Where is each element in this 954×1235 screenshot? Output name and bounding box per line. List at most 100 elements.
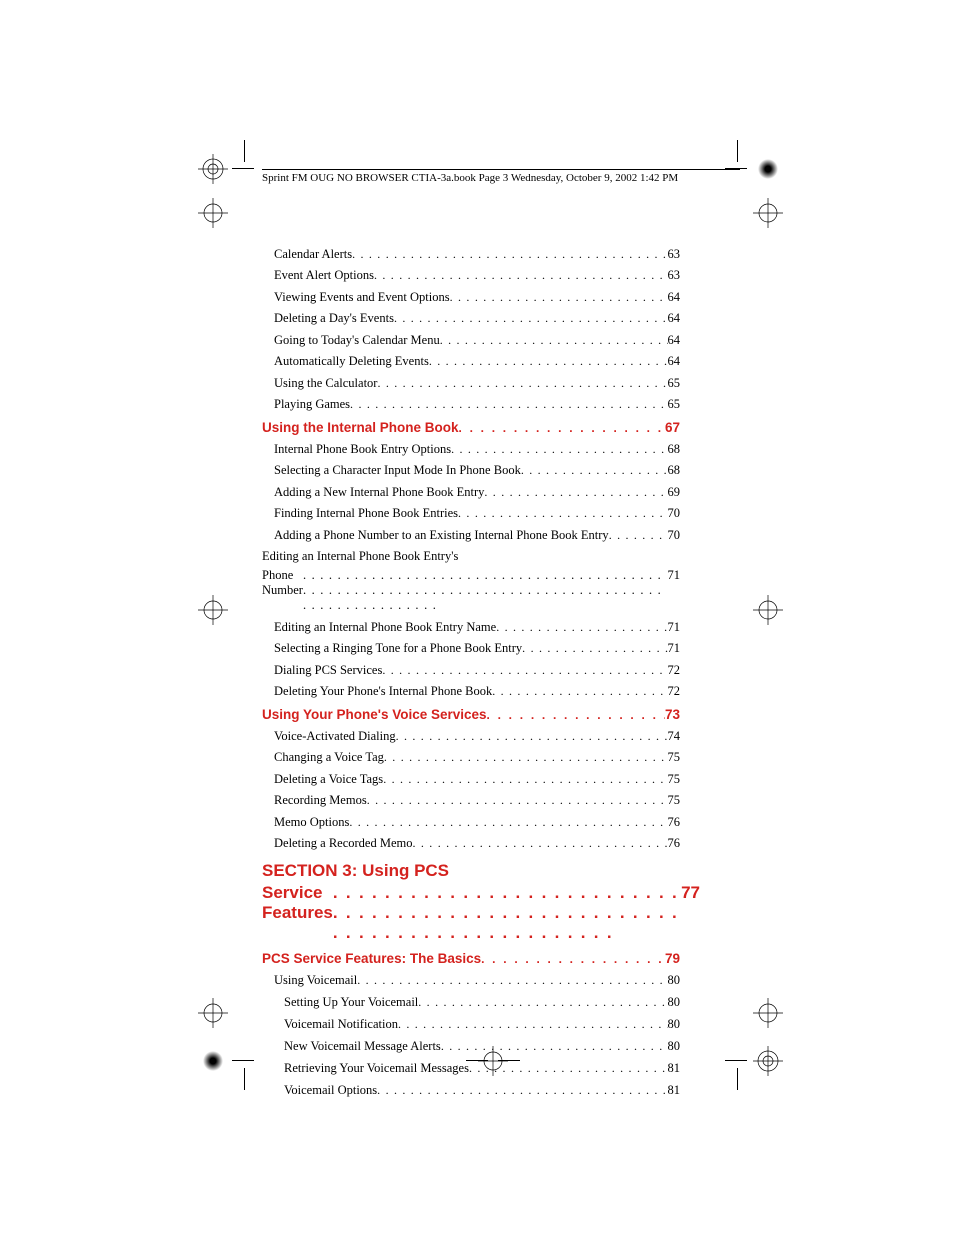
toc-entry-title: Automatically Deleting Events (274, 354, 429, 369)
leader-dots (496, 620, 667, 635)
toc-entry: Editing an Internal Phone Book Entry Nam… (262, 620, 680, 635)
toc-entry-page: 71 (668, 568, 681, 583)
toc-entry-page: 75 (668, 750, 681, 765)
toc-chapter: Using Your Phone's Voice Services 73 (262, 707, 680, 722)
toc-entry-page: 64 (668, 311, 681, 326)
toc-entry-title: Voice-Activated Dialing (274, 729, 396, 744)
reg-mark-icon (198, 154, 228, 184)
toc-chapter: PCS Service Features: The Basics 79 (262, 951, 680, 966)
toc-entry: Internal Phone Book Entry Options68 (262, 442, 680, 457)
leader-dots (484, 485, 667, 500)
toc-entry-title: Adding a Phone Number to an Existing Int… (274, 528, 609, 543)
toc-entry-title: Selecting a Ringing Tone for a Phone Boo… (274, 641, 522, 656)
toc-entry-page: 64 (668, 333, 681, 348)
leader-dots (440, 333, 668, 348)
toc-chapter-page: 79 (665, 951, 680, 966)
toc-entry-title: Deleting a Day's Events (274, 311, 394, 326)
toc-entry-title: Using Voicemail (274, 973, 357, 988)
toc-entry: Editing an Internal Phone Book Entry'sPh… (262, 549, 680, 613)
toc-entry-title: Voicemail Notification (284, 1017, 398, 1032)
toc-entry-page: 69 (668, 485, 681, 500)
toc-entry-title: Using the Calculator (274, 376, 377, 391)
toc-entry-page: 76 (668, 836, 681, 851)
table-of-contents: Calendar Alerts 63Event Alert Options 63 Vi… (262, 240, 680, 1098)
crosshair-icon (198, 998, 228, 1028)
toc-chapter-title: PCS Service Features: The Basics (262, 951, 481, 966)
toc-entry-title: Calendar Alerts (274, 247, 352, 262)
toc-entry-title: Editing an Internal Phone Book Entry Nam… (274, 620, 496, 635)
header-rule (262, 169, 740, 170)
crosshair-icon (198, 198, 228, 228)
reg-mark-icon (753, 154, 783, 184)
toc-entry: Adding a Phone Number to an Existing Int… (262, 528, 680, 543)
toc-entry-title: Deleting a Voice Tags (274, 772, 383, 787)
toc-entry: Voicemail Notification 80 (262, 1017, 680, 1032)
toc-entry-title: Adding a New Internal Phone Book Entry (274, 485, 484, 500)
toc-entry: Deleting Your Phone's Internal Phone Boo… (262, 684, 680, 699)
leader-dots (418, 995, 667, 1010)
toc-entry-page: 65 (668, 376, 681, 391)
toc-entry-page: 64 (668, 354, 681, 369)
toc-entry-page: 80 (668, 1017, 681, 1032)
toc-entry: Deleting a Day's Events 64 (262, 311, 680, 326)
toc-entry-title: Playing Games (274, 397, 350, 412)
leader-dots (374, 268, 668, 283)
toc-entry-page: 76 (668, 815, 681, 830)
leader-dots (333, 883, 681, 943)
toc-entry: Adding a New Internal Phone Book Entry 69 (262, 485, 680, 500)
leader-dots (377, 376, 667, 391)
leader-dots (357, 973, 667, 988)
toc-entry: Playing Games65 (262, 397, 680, 412)
leader-dots (458, 506, 667, 521)
toc-entry: Voicemail Options81 (262, 1083, 680, 1098)
leader-dots (429, 354, 668, 369)
toc-entry-title: Retrieving Your Voicemail Messages (284, 1061, 469, 1076)
toc-entry-page: 72 (668, 663, 681, 678)
toc-entry: Voice-Activated Dialing 74 (262, 729, 680, 744)
toc-entry: Selecting a Character Input Mode In Phon… (262, 463, 680, 478)
leader-dots (382, 663, 667, 678)
toc-entry-page: 74 (668, 729, 681, 744)
toc-chapter-title: Using the Internal Phone Book (262, 420, 459, 435)
toc-chapter-page: 73 (665, 707, 680, 722)
reg-mark-icon (753, 1046, 783, 1076)
toc-entry-page: 81 (668, 1061, 681, 1076)
toc-entry: Dialing PCS Services72 (262, 663, 680, 678)
toc-entry-title: New Voicemail Message Alerts (284, 1039, 441, 1054)
crop-line (737, 1068, 738, 1090)
leader-dots (352, 247, 667, 262)
toc-entry-title: Changing a Voice Tag (274, 750, 384, 765)
leader-dots (384, 750, 668, 765)
toc-entry: Event Alert Options 63 (262, 268, 680, 283)
toc-entry: Using the Calculator 65 (262, 376, 680, 391)
toc-entry-page: 80 (668, 995, 681, 1010)
toc-entry: Finding Internal Phone Book Entries70 (262, 506, 680, 521)
toc-entry-page: 80 (668, 973, 681, 988)
toc-entry-title: Deleting Your Phone's Internal Phone Boo… (274, 684, 492, 699)
toc-section: Service Features 77 (262, 883, 700, 943)
crop-line (232, 168, 254, 169)
leader-dots (413, 836, 668, 851)
toc-entry-title: Phone Number (262, 568, 303, 598)
toc-entry-title: Finding Internal Phone Book Entries (274, 506, 458, 521)
toc-entry-page: 70 (668, 528, 681, 543)
running-header: Sprint FM OUG NO BROWSER CTIA-3a.book Pa… (262, 172, 678, 184)
toc-chapter-title: Using Your Phone's Voice Services (262, 707, 487, 722)
toc-entry-page: 63 (668, 268, 681, 283)
toc-entry-page: 75 (668, 793, 681, 808)
toc-entry-page: 72 (668, 684, 681, 699)
leader-dots (450, 290, 668, 305)
toc-entry-title: Recording Memos (274, 793, 367, 808)
toc-entry-title: Event Alert Options (274, 268, 374, 283)
leader-dots (398, 1017, 668, 1032)
leader-dots (481, 952, 665, 966)
crosshair-icon (753, 198, 783, 228)
toc-entry: Automatically Deleting Events 64 (262, 354, 680, 369)
toc-entry-title: Setting Up Your Voicemail (284, 995, 418, 1010)
toc-entry-title: Memo Options (274, 815, 349, 830)
leader-dots (609, 528, 668, 543)
leader-dots (459, 421, 665, 435)
leader-dots (492, 684, 667, 699)
toc-entry-title: Viewing Events and Event Options (274, 290, 450, 305)
toc-entry-page: 71 (668, 620, 681, 635)
